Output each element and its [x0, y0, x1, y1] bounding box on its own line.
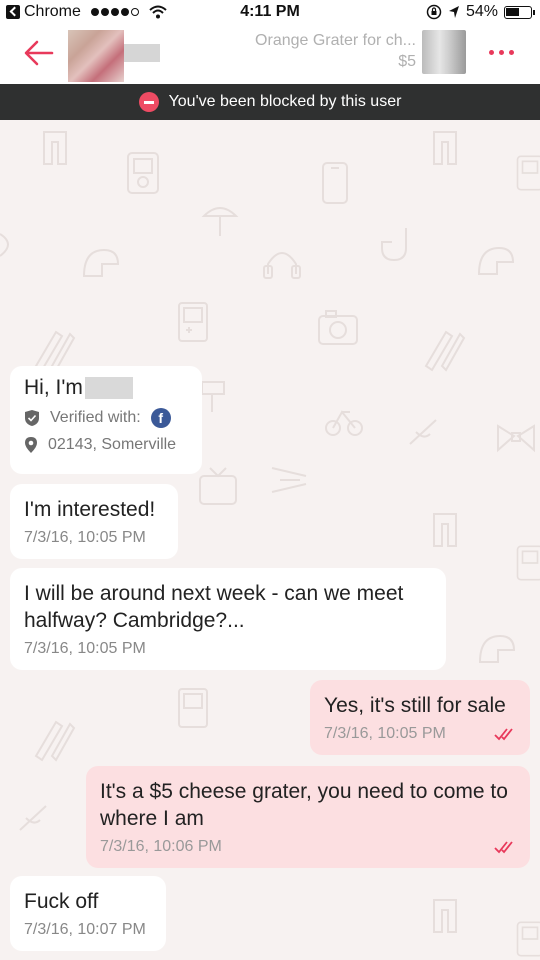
battery-icon — [504, 5, 535, 19]
profile-greeting: Hi, I'm — [24, 376, 83, 399]
redacted-username — [124, 44, 160, 62]
carrier-label: Chrome — [24, 3, 81, 20]
chat-header: Orange Grater for ch... $5 — [0, 26, 540, 84]
read-receipt-icon — [494, 841, 513, 854]
listing-thumbnail[interactable] — [422, 30, 466, 74]
blocked-banner: You've been blocked by this user — [0, 84, 540, 120]
message-text: It's a $5 cheese grater, you need to com… — [100, 780, 508, 830]
message-bubble-incoming[interactable]: Fuck off 7/3/16, 10:07 PM — [10, 876, 166, 951]
location-pin-icon — [25, 437, 37, 453]
more-options-icon[interactable] — [489, 50, 514, 55]
location-text: 02143, Somerville — [48, 436, 177, 453]
message-bubble-outgoing[interactable]: Yes, it's still for sale 7/3/16, 10:05 P… — [310, 680, 530, 755]
orientation-lock-icon — [426, 4, 442, 20]
battery-percent: 54% — [465, 3, 498, 20]
listing-title[interactable]: Orange Grater for ch... — [226, 32, 416, 50]
read-receipt-icon — [494, 728, 513, 741]
message-bubble-incoming[interactable]: I will be around next week - can we meet… — [10, 568, 446, 670]
message-timestamp: 7/3/16, 10:05 PM — [24, 529, 146, 546]
listing-price: $5 — [398, 53, 416, 70]
blocked-icon — [138, 92, 159, 112]
message-bubble-outgoing[interactable]: It's a $5 cheese grater, you need to com… — [86, 766, 530, 868]
user-avatar[interactable] — [68, 30, 124, 82]
message-bubble-incoming[interactable]: I'm interested! 7/3/16, 10:05 PM — [10, 484, 178, 559]
message-text: Fuck off — [24, 890, 99, 913]
blocked-banner-text: You've been blocked by this user — [168, 93, 402, 110]
message-text: I will be around next week - can we meet… — [24, 582, 404, 632]
message-timestamp: 7/3/16, 10:07 PM — [24, 921, 146, 938]
profile-card[interactable]: Hi, I'm Verified with: f 02143, Somervil… — [10, 366, 202, 474]
message-text: Yes, it's still for sale — [324, 694, 506, 717]
facebook-icon: f — [150, 408, 171, 428]
message-timestamp: 7/3/16, 10:05 PM — [24, 640, 146, 657]
message-text: I'm interested! — [24, 498, 156, 521]
message-timestamp: 7/3/16, 10:05 PM — [324, 725, 446, 742]
verified-label: Verified with: — [50, 409, 141, 426]
back-arrow-icon[interactable] — [22, 36, 56, 70]
redacted-name — [84, 377, 133, 399]
shield-icon — [25, 410, 39, 426]
wifi-icon — [149, 5, 167, 19]
message-timestamp: 7/3/16, 10:06 PM — [100, 838, 222, 855]
status-bar: Chrome 4:11 PM 54% — [0, 0, 540, 26]
location-arrow-icon — [448, 6, 459, 18]
signal-strength-icon — [90, 8, 139, 16]
back-to-app-icon[interactable] — [6, 5, 20, 19]
